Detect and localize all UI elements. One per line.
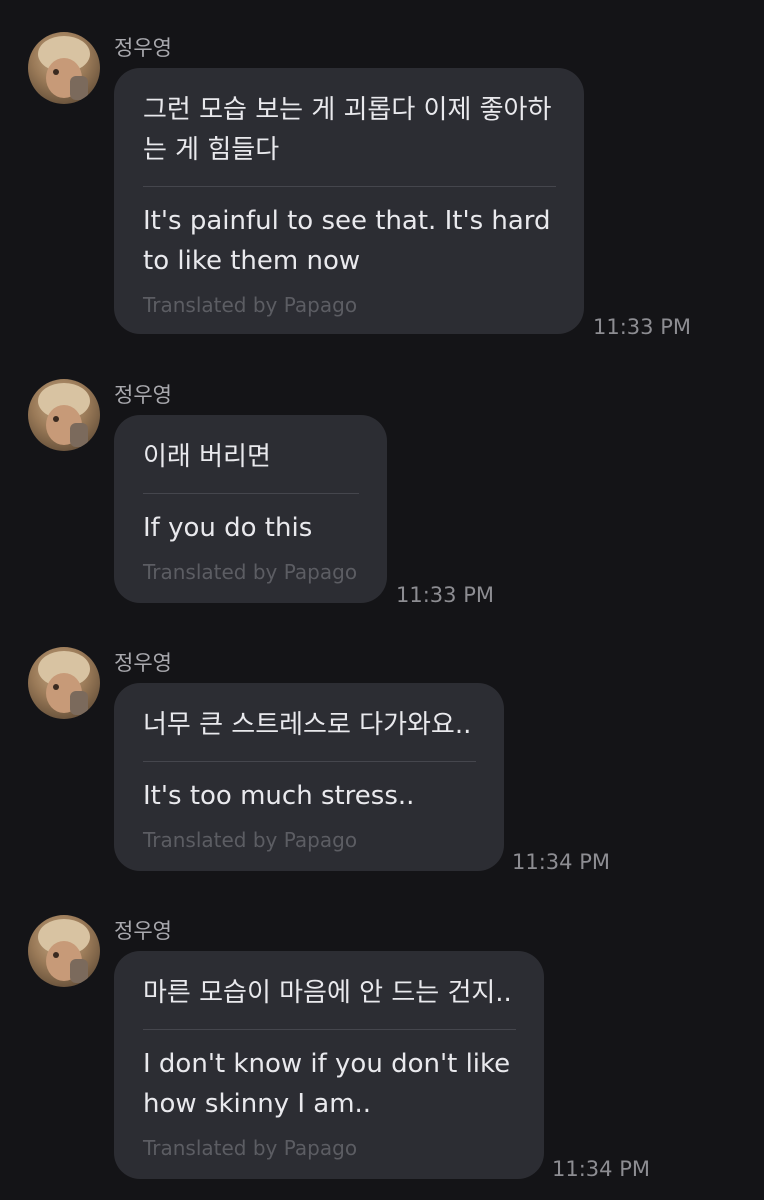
divider xyxy=(143,493,359,494)
original-line: 너무 큰 스트레스로 다가와요.. xyxy=(143,710,472,740)
original-text: 마른 모습이 마음에 안 드는 건지.. xyxy=(143,973,516,1013)
original-line: 그런 모습 보는 게 괴롭다 이제 좋아하 xyxy=(143,95,552,125)
translation-credit: Translated by Papago xyxy=(143,828,358,852)
translation-credit: Translated by Papago xyxy=(143,1136,358,1160)
original-line: 이래 버리면 xyxy=(143,442,271,472)
sender-name: 정우영 xyxy=(114,36,172,60)
translation-line: how skinny I am.. xyxy=(143,1089,372,1119)
original-line: 는 게 힘들다 xyxy=(143,135,280,165)
message-bubble[interactable]: 그런 모습 보는 게 괴롭다 이제 좋아하 는 게 힘들다 It's painf… xyxy=(114,68,584,334)
translation-line: I don't know if you don't like xyxy=(143,1049,511,1079)
message-bubble[interactable]: 너무 큰 스트레스로 다가와요.. It's too much stress..… xyxy=(114,683,504,871)
timestamp: 11:33 PM xyxy=(593,315,691,339)
original-text: 그런 모습 보는 게 괴롭다 이제 좋아하 는 게 힘들다 xyxy=(143,90,556,170)
sender-name: 정우영 xyxy=(114,651,172,675)
translation-line: If you do this xyxy=(143,513,313,543)
translation-credit: Translated by Papago xyxy=(143,560,358,584)
original-text: 너무 큰 스트레스로 다가와요.. xyxy=(143,705,476,745)
avatar[interactable] xyxy=(28,915,100,987)
divider xyxy=(143,761,476,762)
timestamp: 11:34 PM xyxy=(552,1157,650,1181)
translation-line: It's too much stress.. xyxy=(143,781,415,811)
translated-text: If you do this xyxy=(143,508,359,548)
sender-name: 정우영 xyxy=(114,383,172,407)
translated-text: I don't know if you don't like how skinn… xyxy=(143,1044,516,1124)
divider xyxy=(143,1029,516,1030)
avatar[interactable] xyxy=(28,647,100,719)
timestamp: 11:34 PM xyxy=(512,850,610,874)
avatar[interactable] xyxy=(28,32,100,104)
sender-name: 정우영 xyxy=(114,919,172,943)
message-bubble[interactable]: 마른 모습이 마음에 안 드는 건지.. I don't know if you… xyxy=(114,951,544,1179)
message-bubble[interactable]: 이래 버리면 If you do this Translated by Papa… xyxy=(114,415,387,603)
translation-credit: Translated by Papago xyxy=(143,293,358,317)
divider xyxy=(143,186,556,187)
translation-line: to like them now xyxy=(143,246,361,276)
translated-text: It's painful to see that. It's hard to l… xyxy=(143,201,556,281)
avatar[interactable] xyxy=(28,379,100,451)
original-text: 이래 버리면 xyxy=(143,437,359,477)
timestamp: 11:33 PM xyxy=(396,583,494,607)
translation-line: It's painful to see that. It's hard xyxy=(143,206,551,236)
original-line: 마른 모습이 마음에 안 드는 건지.. xyxy=(143,978,512,1008)
translated-text: It's too much stress.. xyxy=(143,776,476,816)
